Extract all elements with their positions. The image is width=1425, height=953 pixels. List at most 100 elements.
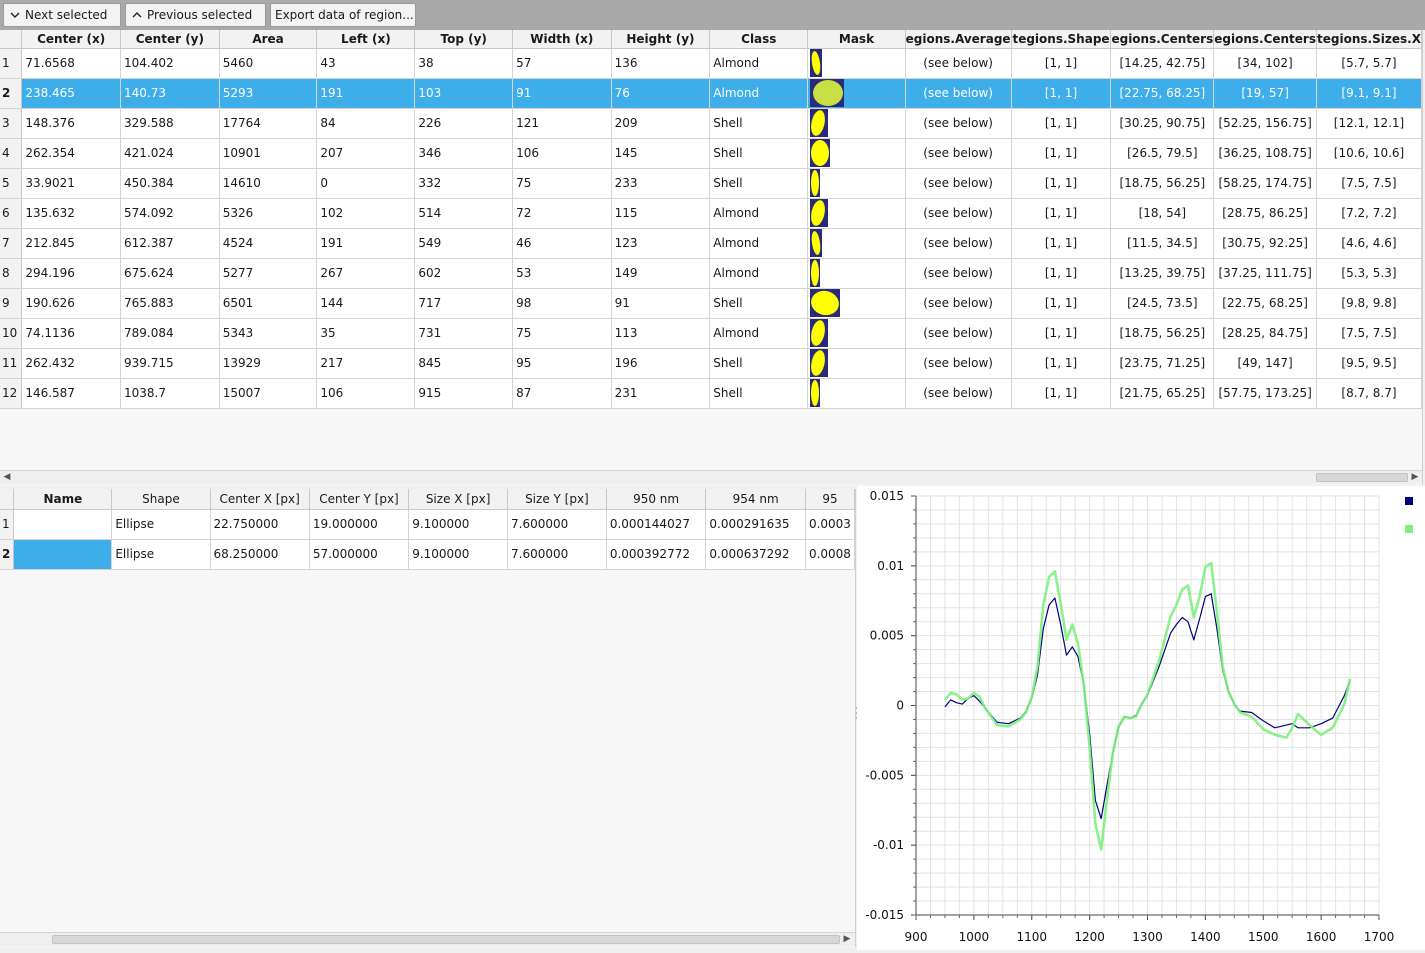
- cell-centers[interactable]: [30.75, 92.25]: [1213, 228, 1317, 259]
- cell-top[interactable]: 332: [414, 168, 514, 199]
- cell-95x-nm[interactable]: 0.0003: [805, 509, 855, 540]
- cell-left[interactable]: 106: [316, 378, 416, 409]
- cell-width[interactable]: 87: [512, 378, 612, 409]
- cell-center-x[interactable]: 294.196: [21, 258, 122, 289]
- column-header[interactable]: Width (x): [512, 30, 612, 49]
- cell-sizes[interactable]: [9.1, 9.1]: [1316, 78, 1422, 109]
- cell-mask[interactable]: [807, 288, 906, 319]
- cell-center-x[interactable]: 190.626: [21, 288, 122, 319]
- column-header[interactable]: Mask: [807, 30, 906, 49]
- cell-center-x[interactable]: 71.6568: [21, 48, 122, 79]
- cell-area[interactable]: 5293: [219, 78, 318, 109]
- cell-sizes[interactable]: [7.5, 7.5]: [1316, 168, 1422, 199]
- cell-class[interactable]: Almond: [709, 78, 809, 109]
- next-selected-button[interactable]: Next selected: [3, 3, 121, 27]
- row-header[interactable]: 9: [0, 288, 23, 319]
- cell-average[interactable]: (see below): [905, 228, 1012, 259]
- cell-center-x[interactable]: 262.432: [21, 348, 122, 379]
- cell-height[interactable]: 209: [611, 108, 711, 139]
- cell-width[interactable]: 98: [512, 288, 612, 319]
- export-region-button[interactable]: Export data of region...: [270, 3, 416, 27]
- cell-centers[interactable]: [19, 57]: [1213, 78, 1317, 109]
- cell-left[interactable]: 0: [316, 168, 416, 199]
- cell-center-y[interactable]: 57.000000: [309, 539, 410, 570]
- cell-left[interactable]: 84: [316, 108, 416, 139]
- cell-width[interactable]: 75: [512, 168, 612, 199]
- table-row[interactable]: 7 212.845 612.387 4524 191 549 46 123 Almond (see…: [0, 228, 1422, 259]
- column-header[interactable]: Left (x): [316, 30, 416, 49]
- cell-top[interactable]: 915: [414, 378, 514, 409]
- table-row[interactable]: 5 33.9021 450.384 14610 0 332 75 233 Shell (see b…: [0, 168, 1422, 199]
- cell-center-x[interactable]: 22.750000: [210, 509, 310, 540]
- cell-center-y[interactable]: 450.384: [120, 168, 220, 199]
- cell-centers[interactable]: [14.25, 42.75]: [1110, 48, 1215, 79]
- cell-shape[interactable]: [1, 1]: [1011, 168, 1112, 199]
- cell-height[interactable]: 123: [611, 228, 711, 259]
- cell-center-y[interactable]: 104.402: [120, 48, 220, 79]
- column-header[interactable]: Size X [px]: [408, 489, 509, 510]
- row-header[interactable]: 2: [0, 539, 15, 570]
- cell-width[interactable]: 72: [512, 198, 612, 229]
- row-header[interactable]: 1: [0, 509, 15, 540]
- cell-centers[interactable]: [57.75, 173.25]: [1213, 378, 1317, 409]
- cell-95x-nm[interactable]: 0.0008: [805, 539, 855, 570]
- cell-sizes[interactable]: [8.7, 8.7]: [1316, 378, 1422, 409]
- cell-name[interactable]: [13, 539, 113, 570]
- cell-centers[interactable]: [23.75, 71.25]: [1110, 348, 1215, 379]
- row-header[interactable]: 6: [0, 198, 23, 229]
- row-header[interactable]: 10: [0, 318, 23, 349]
- cell-class[interactable]: Almond: [709, 228, 809, 259]
- cell-average[interactable]: (see below): [905, 78, 1012, 109]
- previous-selected-button[interactable]: Previous selected: [125, 3, 266, 27]
- cell-left[interactable]: 207: [316, 138, 416, 169]
- cell-sizes[interactable]: [5.3, 5.3]: [1316, 258, 1422, 289]
- cell-center-x[interactable]: 148.376: [21, 108, 122, 139]
- cell-area[interactable]: 10901: [219, 138, 318, 169]
- cell-shape[interactable]: [1, 1]: [1011, 198, 1112, 229]
- cell-top[interactable]: 514: [414, 198, 514, 229]
- column-header[interactable]: tegions.Sizes.X: [1316, 30, 1422, 49]
- cell-area[interactable]: 5277: [219, 258, 318, 289]
- cell-class[interactable]: Shell: [709, 378, 809, 409]
- cell-centers[interactable]: [52.25, 156.75]: [1213, 108, 1317, 139]
- cell-centers[interactable]: [18, 54]: [1110, 198, 1215, 229]
- cell-mask[interactable]: [807, 168, 906, 199]
- legend-marker[interactable]: [1405, 497, 1413, 505]
- cell-center-x[interactable]: 68.250000: [210, 539, 310, 570]
- cell-centers[interactable]: [34, 102]: [1213, 48, 1317, 79]
- cell-size-x[interactable]: 9.100000: [408, 509, 509, 540]
- cell-sizes[interactable]: [4.6, 4.6]: [1316, 228, 1422, 259]
- cell-left[interactable]: 267: [316, 258, 416, 289]
- cell-width[interactable]: 95: [512, 348, 612, 379]
- row-header[interactable]: 8: [0, 258, 23, 289]
- cell-shape[interactable]: [1, 1]: [1011, 318, 1112, 349]
- cell-mask[interactable]: [807, 78, 906, 109]
- cell-left[interactable]: 191: [316, 78, 416, 109]
- cell-height[interactable]: 149: [611, 258, 711, 289]
- cell-average[interactable]: (see below): [905, 108, 1012, 139]
- cell-sizes[interactable]: [7.5, 7.5]: [1316, 318, 1422, 349]
- cell-class[interactable]: Almond: [709, 258, 809, 289]
- cell-mask[interactable]: [807, 138, 906, 169]
- table-row[interactable]: 9 190.626 765.883 6501 144 717 98 91 Shell (see b…: [0, 288, 1422, 319]
- cell-left[interactable]: 217: [316, 348, 416, 379]
- cell-top[interactable]: 731: [414, 318, 514, 349]
- column-header[interactable]: Class: [709, 30, 809, 49]
- scrollbar-thumb[interactable]: [52, 935, 840, 944]
- cell-top[interactable]: 549: [414, 228, 514, 259]
- cell-left[interactable]: 191: [316, 228, 416, 259]
- column-header[interactable]: 954 nm: [705, 489, 806, 510]
- corner-header[interactable]: [0, 30, 23, 49]
- cell-class[interactable]: Almond: [709, 318, 809, 349]
- cell-top[interactable]: 845: [414, 348, 514, 379]
- column-header[interactable]: egions.Centers: [1110, 30, 1215, 49]
- cell-name[interactable]: [13, 509, 113, 540]
- table-row[interactable]: 1 71.6568 104.402 5460 43 38 57 136 Almond (see b…: [0, 48, 1422, 79]
- cell-area[interactable]: 5460: [219, 48, 318, 79]
- cell-class[interactable]: Shell: [709, 288, 809, 319]
- cell-center-y[interactable]: 574.092: [120, 198, 220, 229]
- cell-class[interactable]: Almond: [709, 198, 809, 229]
- cell-center-y[interactable]: 1038.7: [120, 378, 220, 409]
- cell-area[interactable]: 4524: [219, 228, 318, 259]
- cell-class[interactable]: Shell: [709, 138, 809, 169]
